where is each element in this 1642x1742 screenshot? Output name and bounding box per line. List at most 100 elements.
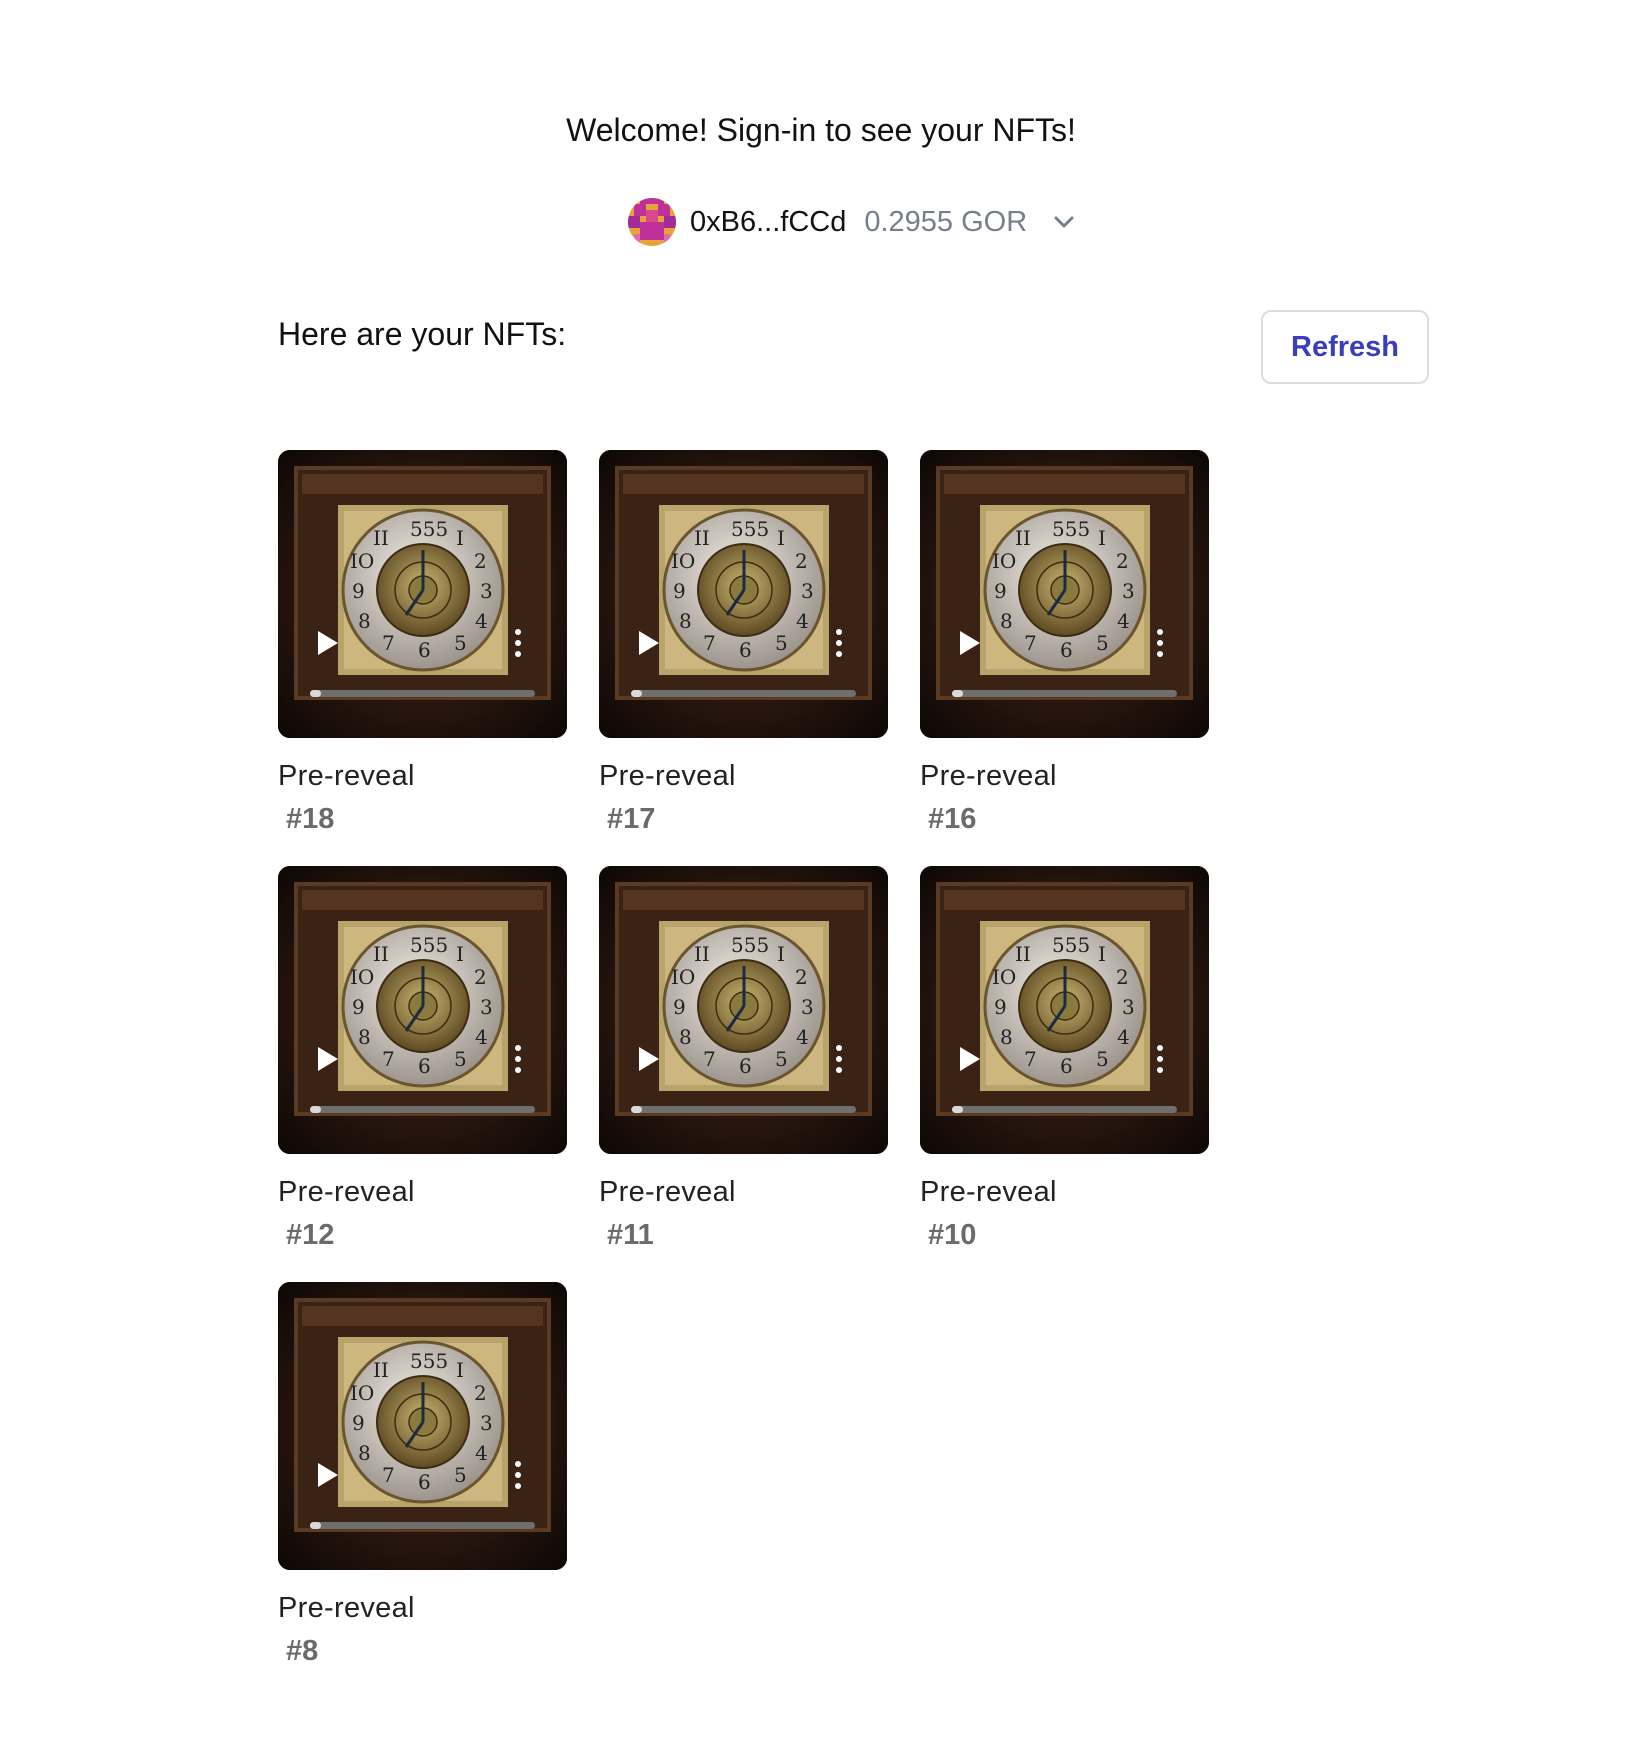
svg-text:4: 4: [475, 1025, 488, 1049]
nft-card[interactable]: 555 II I IO 2 9 3 8 4 7 6 5 Pre-reveal #…: [278, 450, 567, 866]
nft-card[interactable]: 555 II I IO 2 9 3 8 4 7 6 5 Pre-reveal #…: [920, 866, 1209, 1282]
svg-text:5: 5: [775, 1047, 788, 1071]
nft-video-player[interactable]: 555 II I IO 2 9 3 8 4 7 6 5: [278, 450, 567, 738]
svg-text:I: I: [456, 526, 464, 550]
svg-text:555: 555: [410, 1349, 448, 1373]
svg-text:8: 8: [1000, 609, 1013, 633]
refresh-button[interactable]: Refresh: [1261, 310, 1429, 384]
svg-text:IO: IO: [671, 549, 695, 573]
svg-text:3: 3: [801, 579, 814, 603]
svg-text:3: 3: [480, 1411, 493, 1435]
svg-text:3: 3: [480, 579, 493, 603]
svg-text:IO: IO: [992, 965, 1016, 989]
svg-text:6: 6: [739, 638, 752, 662]
nft-name: Pre-reveal: [278, 1592, 415, 1624]
svg-text:5: 5: [454, 1047, 467, 1071]
play-icon[interactable]: [318, 631, 338, 655]
svg-text:4: 4: [475, 609, 488, 633]
nft-card[interactable]: 555 II I IO 2 9 3 8 4 7 6 5 Pre-reveal #…: [278, 1282, 567, 1698]
svg-text:8: 8: [358, 1025, 371, 1049]
svg-text:7: 7: [703, 631, 716, 655]
svg-text:2: 2: [474, 965, 487, 989]
more-vertical-icon[interactable]: [1157, 1045, 1163, 1073]
nft-card[interactable]: 555 II I IO 2 9 3 8 4 7 6 5 Pre-reveal #…: [920, 450, 1209, 866]
svg-text:8: 8: [358, 1441, 371, 1465]
svg-text:555: 555: [410, 933, 448, 957]
svg-text:3: 3: [1122, 579, 1135, 603]
play-icon[interactable]: [318, 1463, 338, 1487]
video-progress-fill: [310, 690, 322, 697]
svg-text:555: 555: [1052, 517, 1090, 541]
pixel-avatar-icon: [628, 198, 676, 246]
nft-video-player[interactable]: 555 II I IO 2 9 3 8 4 7 6 5: [920, 450, 1209, 738]
svg-text:555: 555: [731, 933, 769, 957]
video-progress-bar[interactable]: [952, 1106, 1177, 1113]
chevron-down-icon[interactable]: [1053, 215, 1075, 229]
svg-text:9: 9: [673, 995, 686, 1019]
video-progress-bar[interactable]: [310, 1522, 535, 1529]
svg-text:3: 3: [1122, 995, 1135, 1019]
video-progress-bar[interactable]: [631, 1106, 856, 1113]
svg-text:8: 8: [679, 1025, 692, 1049]
svg-text:5: 5: [775, 631, 788, 655]
svg-text:2: 2: [1116, 549, 1129, 573]
more-vertical-icon[interactable]: [515, 1045, 521, 1073]
svg-text:I: I: [456, 1358, 464, 1382]
video-progress-bar[interactable]: [310, 690, 535, 697]
svg-text:8: 8: [679, 609, 692, 633]
nft-card[interactable]: 555 II I IO 2 9 3 8 4 7 6 5 Pre-reveal #…: [599, 450, 888, 866]
svg-text:2: 2: [474, 549, 487, 573]
nft-id: #16: [928, 803, 977, 835]
svg-text:9: 9: [994, 579, 1007, 603]
nft-video-player[interactable]: 555 II I IO 2 9 3 8 4 7 6 5: [278, 1282, 567, 1570]
svg-text:5: 5: [454, 1463, 467, 1487]
svg-text:6: 6: [418, 1054, 431, 1078]
nft-video-player[interactable]: 555 II I IO 2 9 3 8 4 7 6 5: [599, 866, 888, 1154]
video-progress-bar[interactable]: [310, 1106, 535, 1113]
nft-video-player[interactable]: 555 II I IO 2 9 3 8 4 7 6 5: [278, 866, 567, 1154]
more-vertical-icon[interactable]: [515, 629, 521, 657]
play-icon[interactable]: [639, 1047, 659, 1071]
svg-text:IO: IO: [350, 549, 374, 573]
nft-video-player[interactable]: 555 II I IO 2 9 3 8 4 7 6 5: [599, 450, 888, 738]
wallet-account-button[interactable]: 0xB6...fCCd 0.2955 GOR: [628, 196, 1075, 248]
nft-name: Pre-reveal: [920, 760, 1057, 792]
nft-id: #12: [286, 1219, 335, 1251]
more-vertical-icon[interactable]: [836, 629, 842, 657]
nft-id: #17: [607, 803, 656, 835]
video-progress-fill: [631, 690, 643, 697]
play-icon[interactable]: [960, 1047, 980, 1071]
svg-text:555: 555: [731, 517, 769, 541]
svg-text:6: 6: [1060, 638, 1073, 662]
wallet-balance: 0.2955 GOR: [864, 205, 1028, 238]
svg-text:6: 6: [739, 1054, 752, 1078]
nft-card[interactable]: 555 II I IO 2 9 3 8 4 7 6 5 Pre-reveal #…: [278, 866, 567, 1282]
svg-text:7: 7: [382, 1463, 395, 1487]
nft-id: #8: [286, 1635, 319, 1667]
svg-text:6: 6: [418, 1470, 431, 1494]
svg-text:4: 4: [475, 1441, 488, 1465]
nft-id: #10: [928, 1219, 977, 1251]
video-progress-fill: [310, 1522, 322, 1529]
more-vertical-icon[interactable]: [515, 1461, 521, 1489]
play-icon[interactable]: [318, 1047, 338, 1071]
svg-text:4: 4: [796, 609, 809, 633]
svg-text:II: II: [1015, 942, 1031, 966]
svg-text:3: 3: [480, 995, 493, 1019]
play-icon[interactable]: [639, 631, 659, 655]
nft-id: #11: [607, 1219, 654, 1251]
video-progress-fill: [952, 1106, 964, 1113]
svg-text:7: 7: [1024, 631, 1037, 655]
nft-card[interactable]: 555 II I IO 2 9 3 8 4 7 6 5 Pre-reveal #…: [599, 866, 888, 1282]
svg-text:9: 9: [994, 995, 1007, 1019]
more-vertical-icon[interactable]: [836, 1045, 842, 1073]
nft-name: Pre-reveal: [278, 1176, 415, 1208]
svg-text:555: 555: [1052, 933, 1090, 957]
more-vertical-icon[interactable]: [1157, 629, 1163, 657]
video-progress-bar[interactable]: [631, 690, 856, 697]
video-progress-bar[interactable]: [952, 690, 1177, 697]
play-icon[interactable]: [960, 631, 980, 655]
nft-name: Pre-reveal: [599, 1176, 736, 1208]
svg-text:II: II: [373, 1358, 389, 1382]
nft-video-player[interactable]: 555 II I IO 2 9 3 8 4 7 6 5: [920, 866, 1209, 1154]
